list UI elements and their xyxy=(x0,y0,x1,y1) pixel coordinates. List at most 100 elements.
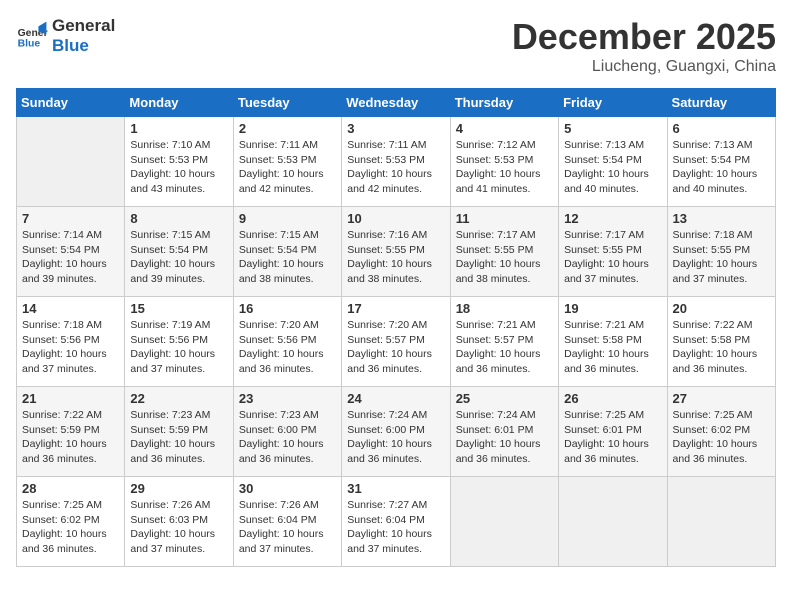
calendar-cell: 14 Sunrise: 7:18 AMSunset: 5:56 PMDayligh… xyxy=(17,297,125,387)
day-number: 26 xyxy=(564,391,661,406)
calendar-header-row: SundayMondayTuesdayWednesdayThursdayFrid… xyxy=(17,89,776,117)
day-detail: Sunrise: 7:27 AMSunset: 6:04 PMDaylight:… xyxy=(347,498,444,557)
calendar-cell: 11 Sunrise: 7:17 AMSunset: 5:55 PMDayligh… xyxy=(450,207,558,297)
day-number: 3 xyxy=(347,121,444,136)
calendar-cell: 26 Sunrise: 7:25 AMSunset: 6:01 PMDayligh… xyxy=(559,387,667,477)
day-detail: Sunrise: 7:14 AMSunset: 5:54 PMDaylight:… xyxy=(22,228,119,287)
day-number: 8 xyxy=(130,211,227,226)
calendar-cell: 28 Sunrise: 7:25 AMSunset: 6:02 PMDayligh… xyxy=(17,477,125,567)
day-detail: Sunrise: 7:22 AMSunset: 5:59 PMDaylight:… xyxy=(22,408,119,467)
day-detail: Sunrise: 7:15 AMSunset: 5:54 PMDaylight:… xyxy=(239,228,336,287)
day-number: 31 xyxy=(347,481,444,496)
day-number: 14 xyxy=(22,301,119,316)
calendar-week-2: 14 Sunrise: 7:18 AMSunset: 5:56 PMDayligh… xyxy=(17,297,776,387)
calendar-cell: 16 Sunrise: 7:20 AMSunset: 5:56 PMDayligh… xyxy=(233,297,341,387)
calendar-subtitle: Liucheng, Guangxi, China xyxy=(512,58,776,76)
day-number: 12 xyxy=(564,211,661,226)
calendar-cell: 18 Sunrise: 7:21 AMSunset: 5:57 PMDayligh… xyxy=(450,297,558,387)
calendar-cell: 3 Sunrise: 7:11 AMSunset: 5:53 PMDaylight… xyxy=(342,117,450,207)
day-number: 7 xyxy=(22,211,119,226)
calendar-week-1: 7 Sunrise: 7:14 AMSunset: 5:54 PMDaylight… xyxy=(17,207,776,297)
day-number: 29 xyxy=(130,481,227,496)
calendar-cell: 25Sunrise: 7:24 AMSunset: 6:01 PMDayligh… xyxy=(450,387,558,477)
calendar-cell xyxy=(667,477,775,567)
calendar-week-0: 1 Sunrise: 7:10 AMSunset: 5:53 PMDaylight… xyxy=(17,117,776,207)
header-tuesday: Tuesday xyxy=(233,89,341,117)
day-detail: Sunrise: 7:11 AMSunset: 5:53 PMDaylight:… xyxy=(239,138,336,197)
day-detail: Sunrise: 7:21 AMSunset: 5:58 PMDaylight:… xyxy=(564,318,661,377)
header-monday: Monday xyxy=(125,89,233,117)
day-detail: Sunrise: 7:20 AMSunset: 5:56 PMDaylight:… xyxy=(239,318,336,377)
day-detail: Sunrise: 7:11 AMSunset: 5:53 PMDaylight:… xyxy=(347,138,444,197)
header-sunday: Sunday xyxy=(17,89,125,117)
day-detail: Sunrise: 7:26 AMSunset: 6:03 PMDaylight:… xyxy=(130,498,227,557)
calendar-cell: 17Sunrise: 7:20 AMSunset: 5:57 PMDayligh… xyxy=(342,297,450,387)
calendar-cell: 9 Sunrise: 7:15 AMSunset: 5:54 PMDaylight… xyxy=(233,207,341,297)
day-number: 27 xyxy=(673,391,770,406)
calendar-cell: 2 Sunrise: 7:11 AMSunset: 5:53 PMDaylight… xyxy=(233,117,341,207)
day-number: 9 xyxy=(239,211,336,226)
calendar-cell: 23 Sunrise: 7:23 AMSunset: 6:00 PMDayligh… xyxy=(233,387,341,477)
day-detail: Sunrise: 7:24 AMSunset: 6:01 PMDaylight:… xyxy=(456,408,553,467)
header-wednesday: Wednesday xyxy=(342,89,450,117)
calendar-cell: 1 Sunrise: 7:10 AMSunset: 5:53 PMDaylight… xyxy=(125,117,233,207)
calendar-cell: 10Sunrise: 7:16 AMSunset: 5:55 PMDayligh… xyxy=(342,207,450,297)
day-detail: Sunrise: 7:10 AMSunset: 5:53 PMDaylight:… xyxy=(130,138,227,197)
day-number: 18 xyxy=(456,301,553,316)
day-detail: Sunrise: 7:15 AMSunset: 5:54 PMDaylight:… xyxy=(130,228,227,287)
calendar-cell: 24 Sunrise: 7:24 AMSunset: 6:00 PMDayligh… xyxy=(342,387,450,477)
calendar-body: 1 Sunrise: 7:10 AMSunset: 5:53 PMDaylight… xyxy=(17,117,776,567)
day-number: 4 xyxy=(456,121,553,136)
day-detail: Sunrise: 7:17 AMSunset: 5:55 PMDaylight:… xyxy=(456,228,553,287)
day-number: 1 xyxy=(130,121,227,136)
calendar-cell: 20 Sunrise: 7:22 AMSunset: 5:58 PMDayligh… xyxy=(667,297,775,387)
calendar-cell: 31 Sunrise: 7:27 AMSunset: 6:04 PMDayligh… xyxy=(342,477,450,567)
day-detail: Sunrise: 7:23 AMSunset: 5:59 PMDaylight:… xyxy=(130,408,227,467)
calendar-week-4: 28 Sunrise: 7:25 AMSunset: 6:02 PMDayligh… xyxy=(17,477,776,567)
day-number: 28 xyxy=(22,481,119,496)
day-number: 30 xyxy=(239,481,336,496)
day-number: 20 xyxy=(673,301,770,316)
calendar-cell: 29 Sunrise: 7:26 AMSunset: 6:03 PMDayligh… xyxy=(125,477,233,567)
day-detail: Sunrise: 7:13 AMSunset: 5:54 PMDaylight:… xyxy=(564,138,661,197)
day-number: 24 xyxy=(347,391,444,406)
calendar-cell xyxy=(17,117,125,207)
page-header: General Blue General Blue December 2025 … xyxy=(16,16,776,76)
calendar-cell: 30 Sunrise: 7:26 AMSunset: 6:04 PMDayligh… xyxy=(233,477,341,567)
calendar-cell: 4 Sunrise: 7:12 AMSunset: 5:53 PMDaylight… xyxy=(450,117,558,207)
calendar-table: SundayMondayTuesdayWednesdayThursdayFrid… xyxy=(16,88,776,567)
calendar-cell: 12 Sunrise: 7:17 AMSunset: 5:55 PMDayligh… xyxy=(559,207,667,297)
logo-general: General xyxy=(52,16,115,36)
day-number: 15 xyxy=(130,301,227,316)
day-detail: Sunrise: 7:21 AMSunset: 5:57 PMDaylight:… xyxy=(456,318,553,377)
day-detail: Sunrise: 7:25 AMSunset: 6:02 PMDaylight:… xyxy=(22,498,119,557)
day-number: 19 xyxy=(564,301,661,316)
calendar-cell: 27Sunrise: 7:25 AMSunset: 6:02 PMDayligh… xyxy=(667,387,775,477)
day-detail: Sunrise: 7:25 AMSunset: 6:01 PMDaylight:… xyxy=(564,408,661,467)
calendar-title: December 2025 xyxy=(512,16,776,58)
day-detail: Sunrise: 7:18 AMSunset: 5:56 PMDaylight:… xyxy=(22,318,119,377)
day-detail: Sunrise: 7:19 AMSunset: 5:56 PMDaylight:… xyxy=(130,318,227,377)
day-detail: Sunrise: 7:22 AMSunset: 5:58 PMDaylight:… xyxy=(673,318,770,377)
calendar-cell: 7 Sunrise: 7:14 AMSunset: 5:54 PMDaylight… xyxy=(17,207,125,297)
calendar-cell: 15 Sunrise: 7:19 AMSunset: 5:56 PMDayligh… xyxy=(125,297,233,387)
day-number: 10 xyxy=(347,211,444,226)
day-detail: Sunrise: 7:26 AMSunset: 6:04 PMDaylight:… xyxy=(239,498,336,557)
day-detail: Sunrise: 7:20 AMSunset: 5:57 PMDaylight:… xyxy=(347,318,444,377)
day-number: 2 xyxy=(239,121,336,136)
day-number: 16 xyxy=(239,301,336,316)
day-number: 11 xyxy=(456,211,553,226)
day-number: 23 xyxy=(239,391,336,406)
day-detail: Sunrise: 7:18 AMSunset: 5:55 PMDaylight:… xyxy=(673,228,770,287)
day-number: 22 xyxy=(130,391,227,406)
day-detail: Sunrise: 7:12 AMSunset: 5:53 PMDaylight:… xyxy=(456,138,553,197)
header-friday: Friday xyxy=(559,89,667,117)
logo-blue: Blue xyxy=(52,36,115,56)
day-detail: Sunrise: 7:23 AMSunset: 6:00 PMDaylight:… xyxy=(239,408,336,467)
day-detail: Sunrise: 7:24 AMSunset: 6:00 PMDaylight:… xyxy=(347,408,444,467)
day-number: 6 xyxy=(673,121,770,136)
calendar-cell xyxy=(450,477,558,567)
day-number: 13 xyxy=(673,211,770,226)
calendar-week-3: 21Sunrise: 7:22 AMSunset: 5:59 PMDayligh… xyxy=(17,387,776,477)
day-detail: Sunrise: 7:17 AMSunset: 5:55 PMDaylight:… xyxy=(564,228,661,287)
